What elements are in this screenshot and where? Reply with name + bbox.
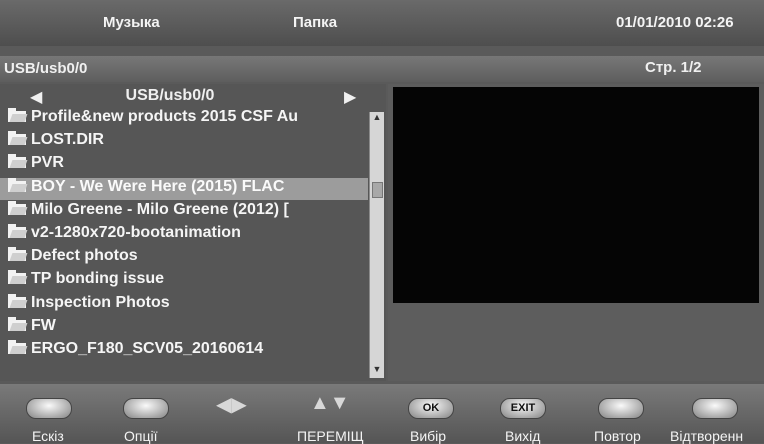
file-list-item-label: Defect photos (31, 247, 138, 264)
play-label: Відтворенн (670, 428, 744, 444)
select-label: Вибір (410, 428, 447, 444)
exit-button[interactable]: EXIT (500, 398, 546, 419)
file-list-item-label: ERGO_F180_SCV05_20160614 (31, 340, 264, 357)
up-down-arrows-icon: ▲▼ (310, 392, 350, 414)
folder-icon (8, 247, 28, 261)
directory-header: ◀ USB/usb0/0 ▶ (0, 85, 368, 107)
next-dir-arrow-icon[interactable]: ▶ (344, 87, 356, 107)
control-bar: ◀▶ ▲▼ OK EXIT Ескіз Опції ПЕРЕМІЩ Вибір … (0, 384, 764, 444)
file-list-item-label: PVR (31, 154, 64, 171)
repeat-button[interactable] (598, 398, 644, 419)
thumbnail-button[interactable] (26, 398, 72, 419)
file-list-item[interactable]: Inspection Photos (8, 294, 368, 316)
folder-icon (8, 108, 28, 122)
scroll-thumb[interactable] (372, 182, 383, 198)
file-list-item[interactable]: PVR (8, 154, 368, 176)
page-indicator: Стр. 1/2 (645, 59, 702, 76)
file-list-item-label: BOY - We Were Here (2015) FLAC (31, 178, 285, 195)
exit-label: Вихід (505, 428, 541, 444)
file-list-item[interactable]: Defect photos (8, 247, 368, 269)
path-bar: USB/usb0/0 Стр. 1/2 (0, 56, 764, 82)
play-button[interactable] (692, 398, 738, 419)
file-list-item-label: LOST.DIR (31, 131, 104, 148)
repeat-label: Повтор (594, 428, 641, 444)
folder-icon (8, 154, 28, 168)
folder-icon (8, 340, 28, 354)
move-label: ПЕРЕМІЩ (297, 428, 364, 444)
folder-icon (8, 317, 28, 331)
folder-icon (8, 224, 28, 238)
options-button[interactable] (123, 398, 169, 419)
file-list-item-label: v2-1280x720-bootanimation (31, 224, 241, 241)
top-bar: Музыка Папка 01/01/2010 02:26 (0, 0, 764, 46)
folder-icon (8, 131, 28, 145)
folder-icon (8, 178, 28, 192)
left-right-arrows-icon: ◀▶ (216, 394, 247, 416)
file-list-item[interactable]: BOY - We Were Here (2015) FLAC (0, 178, 368, 200)
file-list-item-label: Inspection Photos (31, 294, 170, 311)
tab-music[interactable]: Музыка (103, 14, 160, 31)
tab-folder[interactable]: Папка (293, 14, 337, 31)
preview-window (393, 87, 759, 303)
thumbnail-label: Ескіз (32, 428, 64, 444)
scroll-down-icon[interactable]: ▼ (370, 364, 384, 378)
file-list-item[interactable]: LOST.DIR (8, 131, 368, 153)
directory-name: USB/usb0/0 (125, 87, 215, 104)
clock: 01/01/2010 02:26 (616, 14, 734, 31)
file-list-item-label: TP bonding issue (31, 270, 165, 287)
file-list-item[interactable]: FW (8, 317, 368, 339)
current-path: USB/usb0/0 (4, 60, 88, 77)
file-list-item-label: Profile&new products 2015 CSF Au (31, 108, 299, 125)
scroll-up-icon[interactable]: ▲ (370, 112, 384, 126)
folder-icon (8, 201, 28, 215)
file-list-item-label: FW (31, 317, 56, 334)
file-list-item[interactable]: TP bonding issue (8, 270, 368, 292)
options-label: Опції (124, 428, 158, 444)
folder-icon (8, 270, 28, 284)
scrollbar[interactable]: ▲ ▼ (369, 112, 384, 378)
file-list-item[interactable]: v2-1280x720-bootanimation (8, 224, 368, 246)
ok-button[interactable]: OK (408, 398, 454, 419)
file-list-item-label: Milo Greene - Milo Greene (2012) [ (31, 201, 289, 218)
file-list-item[interactable]: ERGO_F180_SCV05_20160614 (8, 340, 368, 362)
folder-icon (8, 294, 28, 308)
file-list-item[interactable]: Profile&new products 2015 CSF Au (8, 108, 368, 130)
file-list-item[interactable]: Milo Greene - Milo Greene (2012) [ (8, 201, 368, 223)
